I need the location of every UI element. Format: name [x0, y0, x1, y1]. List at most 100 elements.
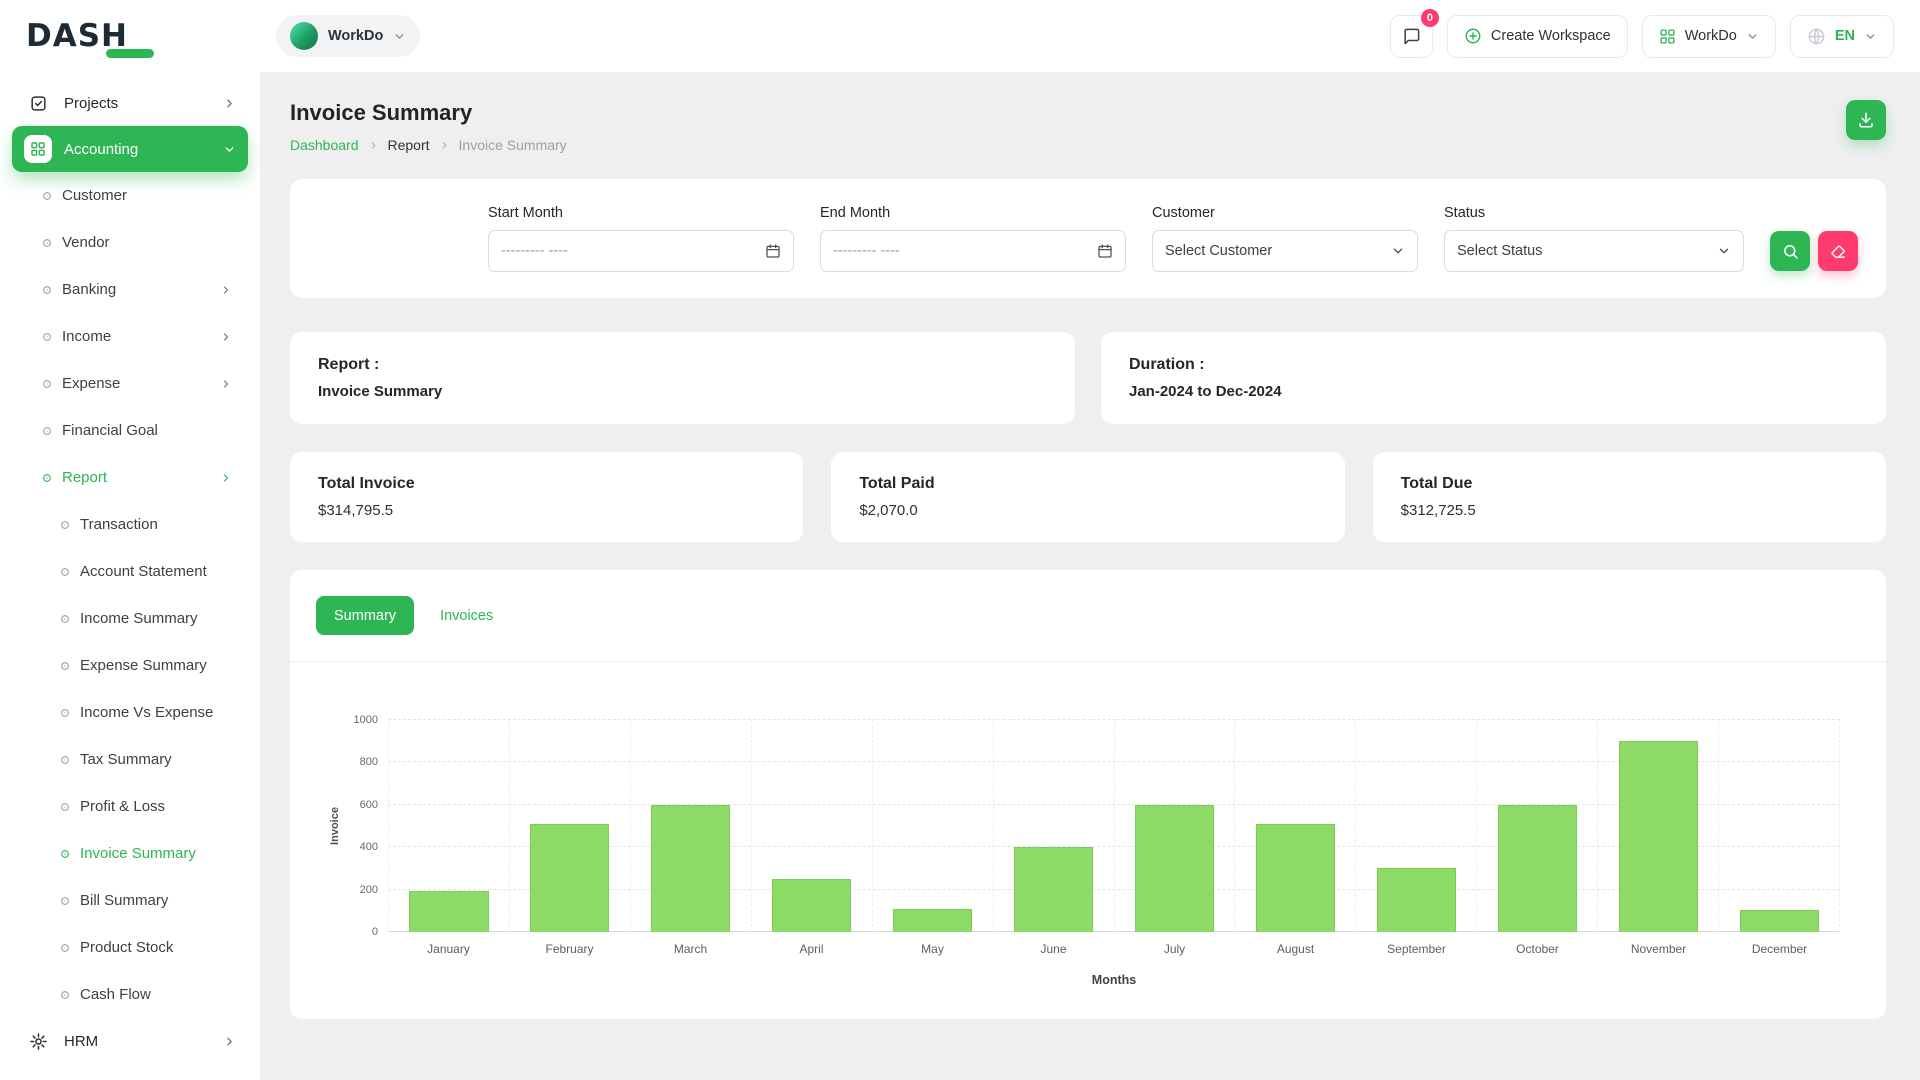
download-report-button[interactable] — [1846, 100, 1886, 140]
workspace-selector[interactable]: WorkDo — [276, 15, 420, 57]
status-field: Status Select Status — [1444, 205, 1744, 272]
chevron-right-icon — [220, 378, 232, 390]
total-invoice-card: Total Invoice $314,795.5 — [290, 452, 803, 542]
x-axis-tick-label: December — [1719, 942, 1840, 956]
bullet-icon — [60, 520, 70, 530]
workdo-apps-button[interactable]: WorkDo — [1642, 15, 1776, 58]
sidebar-item-product-stock[interactable]: Product Stock — [12, 924, 248, 971]
apply-filter-button[interactable] — [1770, 231, 1810, 271]
start-month-input[interactable]: --------- ---- — [488, 230, 794, 272]
bullet-icon — [42, 285, 52, 295]
bullet-icon — [60, 990, 70, 1000]
sidebar-item-report[interactable]: Report — [12, 454, 248, 501]
report-value: Invoice Summary — [318, 383, 1047, 400]
bullet-icon — [60, 708, 70, 718]
sidebar-item-bill-summary[interactable]: Bill Summary — [12, 877, 248, 924]
grid-icon — [1659, 28, 1676, 45]
y-axis-tick-label: 0 — [336, 926, 378, 938]
total-invoice-label: Total Invoice — [318, 475, 775, 493]
sidebar-item-label: Invoice Summary — [80, 845, 196, 862]
page-title: Invoice Summary — [290, 100, 567, 126]
sidebar-item-transaction[interactable]: Transaction — [12, 501, 248, 548]
sidebar-item-income-vs-expense[interactable]: Income Vs Expense — [12, 689, 248, 736]
language-selector[interactable]: EN — [1790, 15, 1894, 58]
sidebar-item-label: Product Stock — [80, 939, 173, 956]
bullet-icon — [42, 426, 52, 436]
totals-row: Total Invoice $314,795.5 Total Paid $2,0… — [290, 452, 1886, 542]
reset-filter-button[interactable] — [1818, 231, 1858, 271]
bar-august — [1256, 824, 1335, 932]
sidebar-item-label: Accounting — [64, 141, 138, 158]
messages-button[interactable]: 0 — [1390, 15, 1433, 58]
calendar-icon[interactable] — [765, 243, 781, 259]
tab-invoices[interactable]: Invoices — [422, 596, 511, 635]
x-axis-tick-label: January — [388, 942, 509, 956]
x-axis-labels: JanuaryFebruaryMarchAprilMayJuneJulyAugu… — [388, 942, 1840, 956]
bullet-icon — [42, 379, 52, 389]
x-axis-tick-label: July — [1114, 942, 1235, 956]
end-month-input[interactable]: --------- ---- — [820, 230, 1126, 272]
x-axis-tick-label: March — [630, 942, 751, 956]
sidebar-item-label: Customer — [62, 187, 127, 204]
status-select[interactable]: Select Status — [1444, 230, 1744, 272]
duration-card: Duration : Jan-2024 to Dec-2024 — [1101, 332, 1886, 424]
sidebar-item-profit-loss[interactable]: Profit & Loss — [12, 783, 248, 830]
accounting-icon — [24, 135, 52, 163]
sidebar-item-tax-summary[interactable]: Tax Summary — [12, 736, 248, 783]
chart-slot-june — [993, 720, 1114, 932]
total-paid-value: $2,070.0 — [859, 502, 1316, 519]
sidebar-item-income[interactable]: Income — [12, 313, 248, 360]
bullet-icon — [60, 943, 70, 953]
report-info-row: Report : Invoice Summary Duration : Jan-… — [290, 332, 1886, 424]
app-logo[interactable]: DASH — [26, 18, 262, 54]
sidebar-item-accounting[interactable]: Accounting — [12, 126, 248, 172]
sidebar-item-projects[interactable]: Projects — [12, 80, 248, 126]
eraser-icon — [1830, 243, 1847, 260]
topbar-actions: 0 Create Workspace WorkDo EN — [1390, 15, 1894, 58]
customer-field: Customer Select Customer — [1152, 205, 1418, 272]
sidebar-item-financial-goal[interactable]: Financial Goal — [12, 407, 248, 454]
bullet-icon — [60, 661, 70, 671]
download-icon — [1857, 111, 1875, 129]
sidebar-item-customer[interactable]: Customer — [12, 172, 248, 219]
start-month-field: Start Month --------- ---- — [488, 205, 794, 272]
projects-icon — [24, 89, 52, 117]
chevron-down-icon — [1391, 244, 1405, 258]
sidebar-item-expense[interactable]: Expense — [12, 360, 248, 407]
chevron-right-icon — [220, 284, 232, 296]
main-content: Invoice Summary Dashboard Report Invoice… — [260, 72, 1920, 1080]
start-month-placeholder: --------- ---- — [501, 243, 568, 259]
start-month-label: Start Month — [488, 205, 794, 221]
total-due-value: $312,725.5 — [1401, 502, 1858, 519]
tab-summary[interactable]: Summary — [316, 596, 414, 635]
report-label: Report : — [318, 356, 1047, 374]
sidebar-item-vendor[interactable]: Vendor — [12, 219, 248, 266]
sidebar-item-label: Report — [62, 469, 107, 486]
bar-april — [772, 879, 851, 932]
chart-slot-september — [1355, 720, 1476, 932]
status-label: Status — [1444, 205, 1744, 221]
page-header: Invoice Summary Dashboard Report Invoice… — [290, 100, 1886, 153]
sidebar-item-account-statement[interactable]: Account Statement — [12, 548, 248, 595]
report-name-card: Report : Invoice Summary — [290, 332, 1075, 424]
y-axis-tick-label: 200 — [336, 884, 378, 896]
sidebar-item-expense-summary[interactable]: Expense Summary — [12, 642, 248, 689]
chevron-down-icon — [393, 30, 406, 43]
plus-circle-icon — [1464, 27, 1482, 45]
calendar-icon[interactable] — [1097, 243, 1113, 259]
chevron-right-icon — [368, 140, 379, 151]
total-due-label: Total Due — [1401, 475, 1858, 493]
create-workspace-button[interactable]: Create Workspace — [1447, 15, 1628, 58]
customer-select[interactable]: Select Customer — [1152, 230, 1418, 272]
sidebar-item-income-summary[interactable]: Income Summary — [12, 595, 248, 642]
chevron-down-icon — [223, 143, 236, 156]
x-axis-tick-label: October — [1477, 942, 1598, 956]
bullet-icon — [42, 238, 52, 248]
sidebar-item-hrm[interactable]: HRM — [12, 1018, 248, 1064]
breadcrumb-dashboard-link[interactable]: Dashboard — [290, 137, 359, 153]
sidebar-item-label: Profit & Loss — [80, 798, 165, 815]
sidebar-item-cash-flow[interactable]: Cash Flow — [12, 971, 248, 1018]
sidebar-item-label: Expense — [62, 375, 120, 392]
sidebar-item-banking[interactable]: Banking — [12, 266, 248, 313]
sidebar-item-invoice-summary[interactable]: Invoice Summary — [12, 830, 248, 877]
